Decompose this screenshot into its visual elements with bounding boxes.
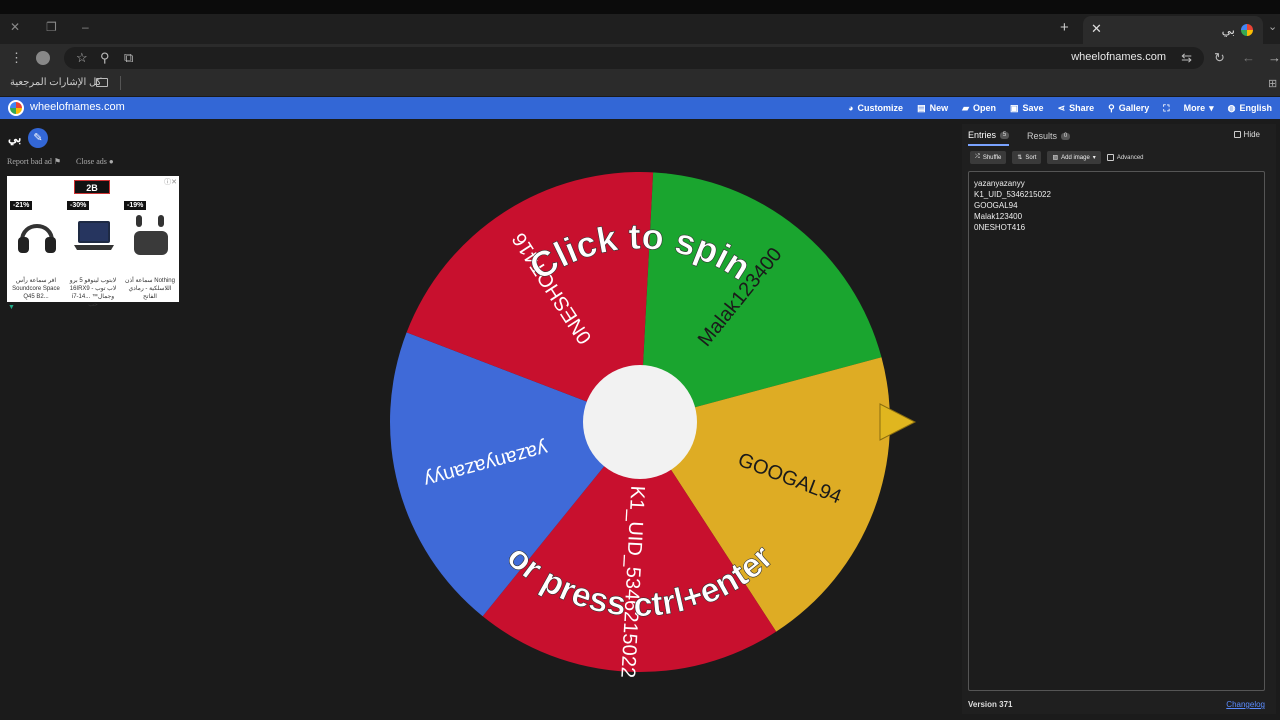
- reload-icon[interactable]: ↻: [1214, 50, 1225, 66]
- site-name[interactable]: wheelofnames.com: [30, 101, 125, 113]
- apps-grid-icon[interactable]: ⊞: [1268, 77, 1277, 90]
- bookmarks-bar: كل الإشارات المرجعية ⊞: [0, 72, 1280, 96]
- entries-toolbar: ⤮ Shuffle ⇅ Sort ▨ Add image ▾ Advanced: [970, 151, 1144, 164]
- menu-share[interactable]: ⋖ Share: [1058, 103, 1095, 114]
- globe-icon: ◍: [1227, 102, 1236, 113]
- translate-icon[interactable]: ⧉: [124, 50, 133, 66]
- info-icon: ●: [108, 157, 114, 166]
- folder-icon: [96, 78, 108, 87]
- kebab-menu-icon[interactable]: ⋮: [10, 50, 23, 66]
- back-icon[interactable]: ←: [1242, 50, 1255, 65]
- advanced-checkbox[interactable]: [1106, 154, 1114, 161]
- menu-save[interactable]: ▣ Save: [1010, 103, 1044, 114]
- minimize-window-icon[interactable]: –: [82, 20, 89, 34]
- report-bad-ad-link[interactable]: Report bad ad ⚑: [7, 157, 61, 166]
- results-count-badge: 0: [1061, 132, 1071, 140]
- pencil-icon: ✎: [33, 132, 43, 144]
- all-bookmarks-label[interactable]: كل الإشارات المرجعية: [10, 77, 101, 88]
- changelog-link[interactable]: Changelog: [1226, 700, 1265, 709]
- hide-panel-toggle[interactable]: Hide: [1233, 130, 1260, 139]
- url-text: wheelofnames.com: [1071, 51, 1166, 63]
- tab-bar: ✕ ❐ – + ✕ بي ⌄: [0, 14, 1280, 44]
- ad-product-headphones[interactable]: -21% افر سماعة رأس Soundcore Space Q45 B…: [10, 201, 62, 300]
- wheel-title: بي: [8, 131, 22, 145]
- save-icon: ▣: [1010, 102, 1019, 113]
- ad-marker-icon: ▼: [8, 304, 15, 311]
- palette-icon: ◕: [848, 103, 854, 113]
- profile-avatar-icon[interactable]: [36, 51, 50, 65]
- menu-customize[interactable]: ◕ Customize: [848, 103, 903, 113]
- share-icon: ⋖: [1057, 102, 1066, 113]
- window-top-strip: [0, 0, 1280, 14]
- entries-textarea[interactable]: yazanyazanyy K1_UID_5346215022 GOOGAL94 …: [968, 171, 1265, 691]
- advertisement[interactable]: 2B ⓘ✕ -21% افر سماعة رأس Soundcore Space…: [7, 176, 179, 311]
- flag-icon: ⚑: [53, 157, 62, 166]
- chevron-down-icon: ▾: [1092, 155, 1096, 161]
- tab-favicon-icon: [1241, 24, 1253, 36]
- spin-wheel[interactable]: Malak123400GOOGAL94K1_UID_5346215022yaza…: [355, 170, 925, 680]
- entry-line: Malak123400: [974, 212, 1023, 221]
- hide-checkbox[interactable]: [1233, 131, 1241, 138]
- earbuds-icon: [134, 215, 168, 255]
- image-icon: ▨: [1052, 155, 1059, 161]
- advanced-toggle[interactable]: Advanced: [1106, 154, 1144, 161]
- shuffle-button[interactable]: ⤮ Shuffle: [970, 151, 1007, 164]
- menu-new[interactable]: ▤ New: [917, 103, 948, 114]
- divider: [120, 76, 121, 90]
- entry-line: 0NESHOT416: [974, 223, 1026, 232]
- restore-window-icon[interactable]: ❐: [46, 20, 57, 34]
- search-icon: ⚲: [1108, 102, 1115, 113]
- new-tab-icon[interactable]: +: [1060, 19, 1069, 36]
- panel-tabs: Entries 5 Results 0: [968, 130, 1071, 146]
- edit-title-button[interactable]: ✎: [28, 128, 48, 148]
- site-logo-icon[interactable]: [8, 100, 24, 116]
- sort-button[interactable]: ⇅ Sort: [1012, 151, 1042, 164]
- wheel-pointer-arrow: [879, 403, 917, 441]
- close-tab-icon[interactable]: ✕: [1091, 21, 1102, 37]
- search-icon[interactable]: ⚲: [100, 50, 110, 66]
- browser-tab[interactable]: ✕ بي: [1083, 16, 1263, 44]
- tab-search-chevron-icon[interactable]: ⌄: [1268, 20, 1277, 33]
- ad-choices-icon[interactable]: ⓘ✕: [164, 177, 177, 187]
- file-icon: ▤: [917, 102, 926, 113]
- version-label: Version 371: [968, 700, 1013, 709]
- folder-icon: ▰: [962, 102, 970, 113]
- close-window-icon[interactable]: ✕: [10, 20, 20, 34]
- tab-entries[interactable]: Entries 5: [968, 130, 1010, 146]
- menu-gallery[interactable]: ⚲ Gallery: [1108, 103, 1149, 114]
- site-settings-icon[interactable]: ⇆: [1181, 50, 1192, 66]
- app-menu: ◕ Customize ▤ New ▰ Open ▣ Save ⋖ Share ⚲ Gall…: [848, 97, 1272, 119]
- laptop-icon: [74, 221, 114, 250]
- tab-title: بي: [1221, 23, 1235, 37]
- menu-open[interactable]: ▰ Open: [962, 103, 996, 114]
- menu-fullscreen[interactable]: ⛶: [1163, 103, 1169, 114]
- wheel-center-hub[interactable]: [583, 365, 697, 479]
- right-panel: Entries 5 Results 0 Hide ⤮ Shuffle ⇅ Sort ▨ A…: [962, 124, 1276, 714]
- wheel-container[interactable]: Malak123400 GOOGAL94 K1_UID_5346215022 yaza…: [355, 170, 925, 680]
- ad-brand-logo: 2B: [74, 180, 110, 194]
- shuffle-icon: ⤮: [975, 154, 980, 160]
- address-bar[interactable]: ☆ ⚲ ⧉ wheelofnames.com ⇆: [64, 47, 1204, 69]
- headphones-icon: [18, 224, 56, 253]
- entry-line: K1_UID_5346215022: [974, 190, 1051, 199]
- forward-icon[interactable]: →: [1268, 50, 1280, 65]
- sort-icon: ⇅: [1017, 155, 1023, 161]
- omnibox-bar: ⋮ ☆ ⚲ ⧉ wheelofnames.com ⇆ ↻ ← →: [0, 44, 1280, 72]
- menu-more[interactable]: More ▾: [1184, 103, 1214, 114]
- entry-line: GOOGAL94: [974, 201, 1018, 210]
- ad-product-laptop[interactable]: -30% لابتوب لينوفو 5 برو 16IRX9 - لاب تو…: [67, 201, 119, 308]
- app-navbar: wheelofnames.com ◕ Customize ▤ New ▰ Open ▣…: [0, 97, 1280, 119]
- add-image-button[interactable]: ▨ Add image ▾: [1047, 151, 1101, 164]
- bookmark-star-icon[interactable]: ☆: [76, 50, 88, 66]
- fullscreen-icon: ⛶: [1163, 102, 1170, 113]
- entry-line: yazanyazanyy: [974, 179, 1025, 188]
- chevron-down-icon: ▾: [1209, 102, 1214, 113]
- tab-results[interactable]: Results 0: [1027, 130, 1071, 146]
- entries-count-badge: 5: [1000, 131, 1010, 139]
- close-ads-link[interactable]: Close ads ●: [76, 157, 114, 166]
- menu-language[interactable]: ◍ English: [1228, 103, 1272, 114]
- ad-product-earbuds[interactable]: -19% سماعة أذن Nothing اللاسلكية - رمادي…: [124, 201, 176, 300]
